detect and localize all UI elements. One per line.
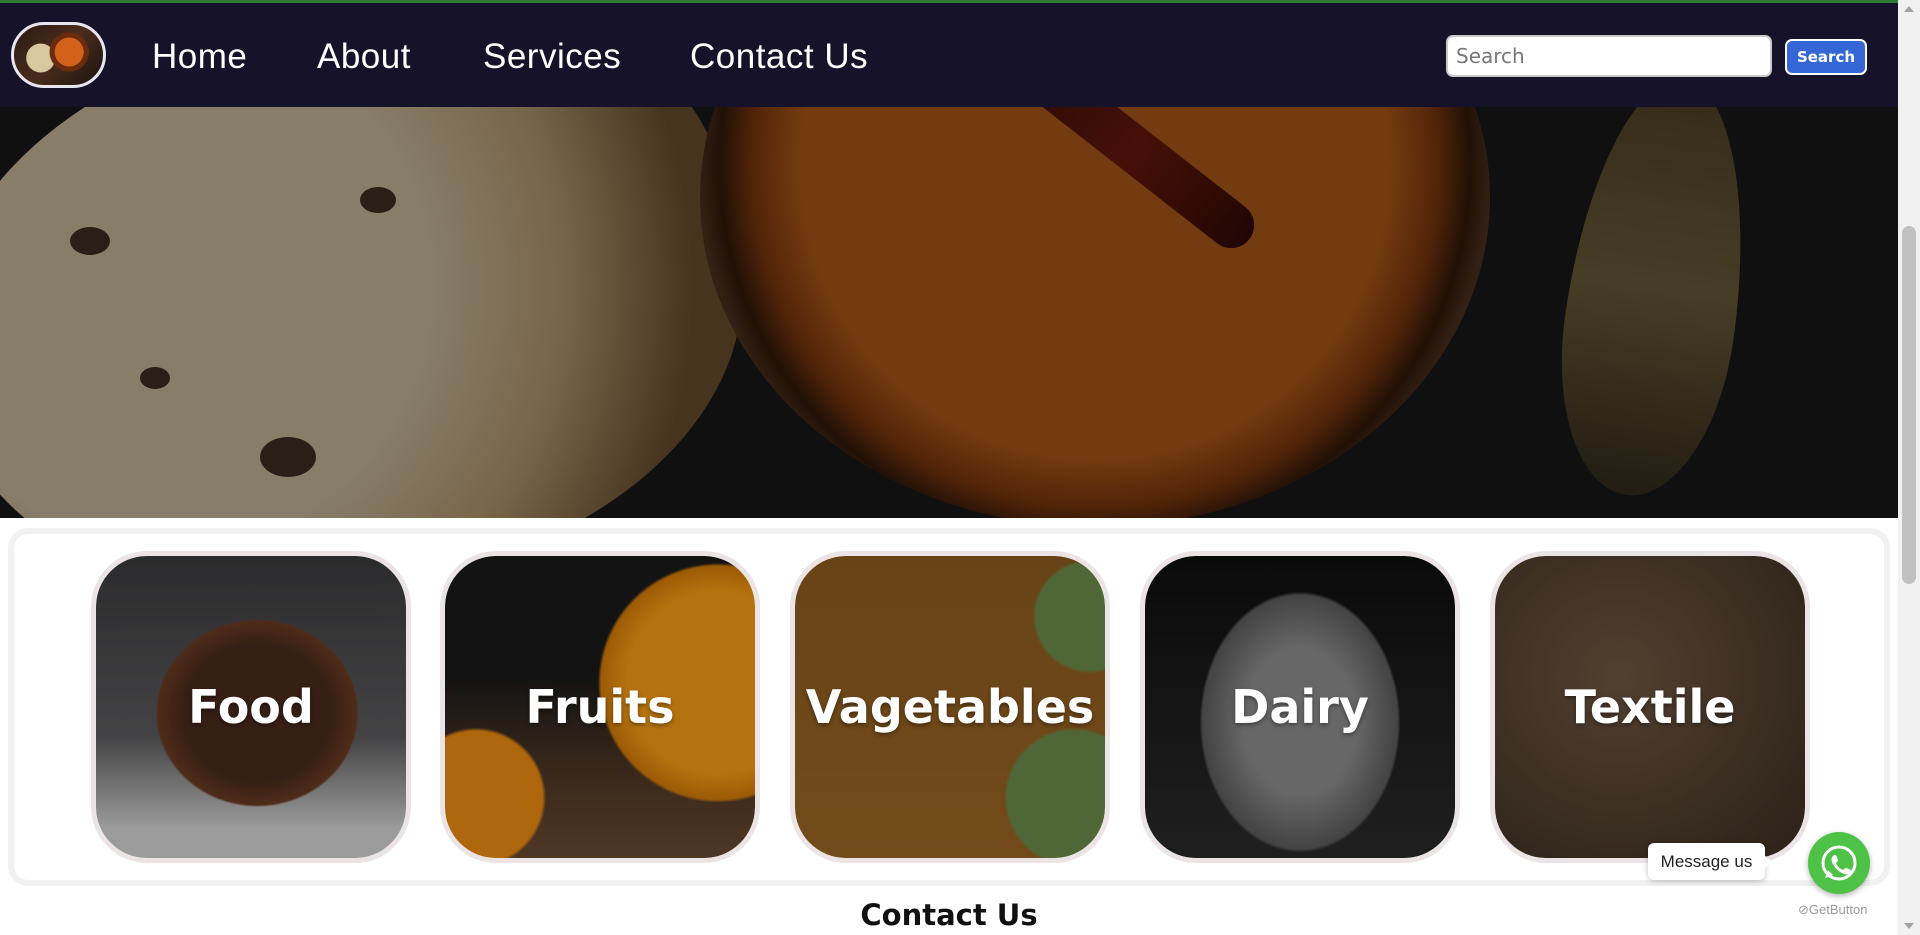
category-card-fruits[interactable]: Fruits xyxy=(440,551,760,863)
food-logo-icon[interactable] xyxy=(11,22,106,88)
category-card-textile[interactable]: Textile xyxy=(1490,551,1810,863)
hero-banner-image xyxy=(0,107,1898,518)
nav-link-home[interactable]: Home xyxy=(152,37,247,77)
nav-link-contact-us[interactable]: Contact Us xyxy=(690,37,868,77)
navbar: Home About Services Contact Us Search xyxy=(0,3,1898,107)
scrollbar-thumb[interactable] xyxy=(1902,226,1916,584)
getbutton-label: GetButton xyxy=(1808,902,1868,917)
category-card-dairy[interactable]: Dairy xyxy=(1140,551,1460,863)
getbutton-credit[interactable]: ⊘GetButton xyxy=(1798,902,1867,918)
search-input[interactable] xyxy=(1446,35,1772,77)
nav-link-services[interactable]: Services xyxy=(483,37,621,77)
category-card-food[interactable]: Food xyxy=(91,551,411,863)
whatsapp-icon xyxy=(1821,845,1857,881)
scroll-up-arrow-icon[interactable] xyxy=(1904,6,1914,12)
category-label: Vagetables xyxy=(805,680,1095,734)
contact-us-heading: Contact Us xyxy=(860,898,1038,932)
message-us-bubble[interactable]: Message us xyxy=(1648,843,1772,880)
scroll-down-arrow-icon[interactable] xyxy=(1904,923,1914,929)
nav-link-about[interactable]: About xyxy=(317,37,411,77)
getbutton-icon: ⊘ xyxy=(1798,902,1809,917)
category-card-vegetables[interactable]: Vagetables xyxy=(790,551,1110,863)
category-label: Fruits xyxy=(525,680,675,734)
category-label: Dairy xyxy=(1231,680,1369,734)
search-button[interactable]: Search xyxy=(1785,39,1867,75)
category-label: Food xyxy=(188,680,314,734)
category-label: Textile xyxy=(1564,680,1736,734)
hero-dark-overlay xyxy=(0,107,1898,518)
page-scrollbar[interactable] xyxy=(1898,0,1920,935)
whatsapp-button[interactable] xyxy=(1808,832,1870,894)
